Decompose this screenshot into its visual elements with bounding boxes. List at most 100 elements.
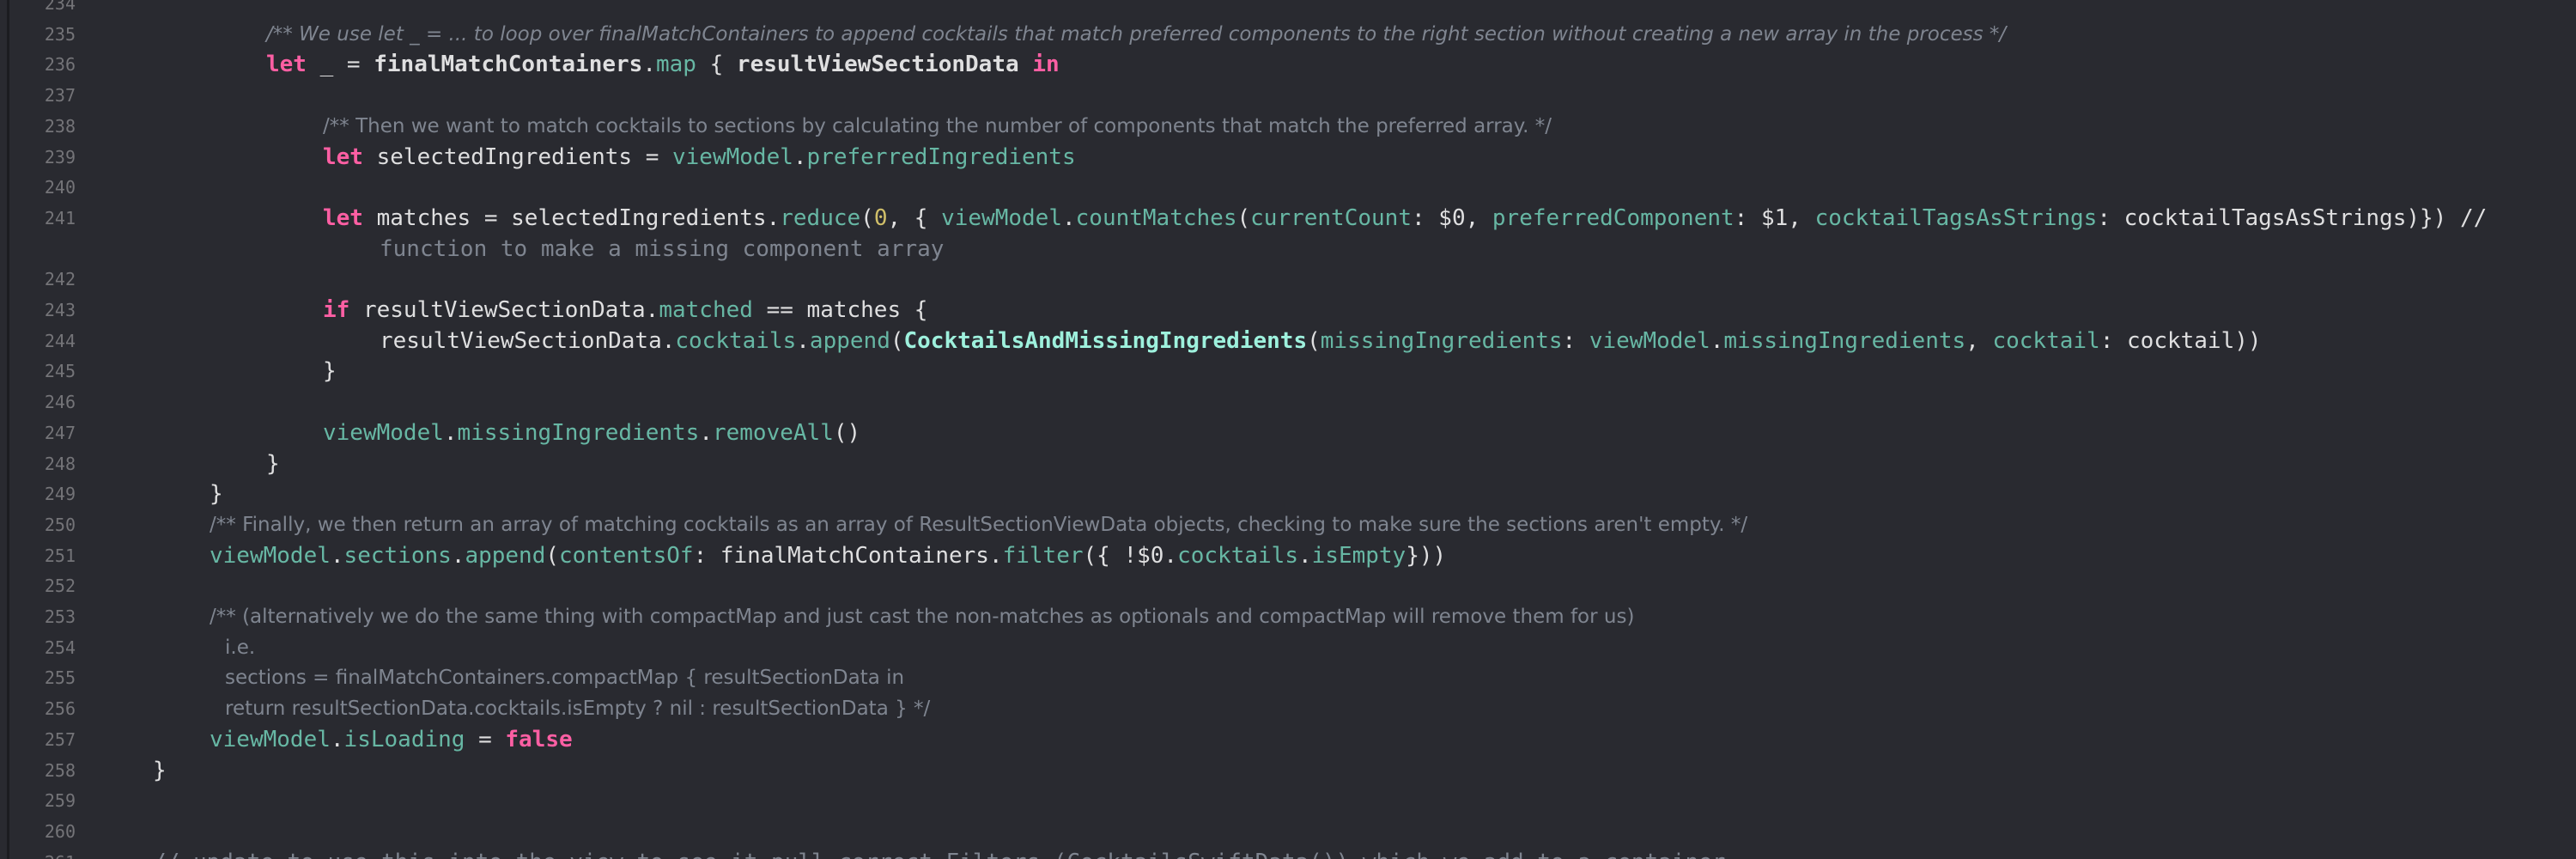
code-token: : cocktail))	[2099, 327, 2262, 354]
line-number: 256	[44, 698, 76, 720]
code-line[interactable]: 246	[0, 387, 2576, 417]
code-line[interactable]: 256 return resultSectionData.cocktails.is…	[0, 693, 2576, 724]
code-token: cocktails	[1177, 542, 1298, 569]
code-token: finalMatchContainers	[374, 52, 643, 78]
code-token: Finally, we then return an array of matc…	[242, 513, 1748, 536]
code-line[interactable]: 257 viewModel.isLoading = false	[0, 724, 2576, 755]
code-token: ({ !$0.	[1083, 542, 1178, 569]
code-line[interactable]: 251 viewModel.sections.append(contentsOf:…	[0, 540, 2576, 571]
code-line[interactable]: 248}	[0, 448, 2576, 479]
code-token: preferredComponent	[1492, 204, 1735, 231]
code-token: }	[210, 481, 223, 508]
code-line[interactable]: 237	[0, 80, 2576, 111]
code-token: viewModel	[210, 542, 331, 569]
code-text: }	[266, 448, 280, 479]
code-token: function to make a missing component arr…	[380, 235, 945, 262]
code-line[interactable]: 242	[0, 264, 2576, 295]
line-number: 260	[44, 820, 76, 842]
code-line[interactable]: 238 /** Then we want to match cocktails t…	[0, 111, 2576, 142]
code-token: false	[505, 726, 573, 752]
code-token: viewModel	[210, 726, 331, 752]
code-token: if	[323, 297, 350, 323]
code-text: resultViewSectionData.cocktails.append(C…	[380, 326, 2262, 356]
code-line[interactable]: 245}	[0, 356, 2576, 387]
code-line[interactable]: 261 // update to use this into the view t…	[0, 847, 2576, 859]
code-token: == matches {	[752, 297, 928, 323]
code-text: function to make a missing component arr…	[380, 234, 944, 265]
code-text: let matches = selectedIngredients.reduce…	[323, 203, 2487, 234]
code-line[interactable]: 259	[0, 785, 2576, 816]
code-token: (	[890, 327, 904, 354]
code-token: (	[1307, 327, 1321, 354]
line-number: 251	[44, 545, 76, 566]
code-token: resultViewSectionData.	[349, 297, 659, 323]
code-token: , {	[887, 204, 942, 231]
code-token: currentCount	[1250, 204, 1412, 231]
line-number: 238	[44, 115, 76, 137]
code-line[interactable]: 247 viewModel.missingIngredients.removeAl…	[0, 417, 2576, 448]
code-token: cocktails	[675, 327, 797, 354]
code-token: (	[1236, 204, 1251, 231]
code-token: isLoading	[343, 726, 465, 752]
code-token: removeAll	[712, 419, 834, 446]
code-token: .	[1710, 327, 1724, 354]
code-line[interactable]: 241 let matches = selectedIngredients.red…	[0, 203, 2576, 234]
code-token: =	[465, 726, 506, 752]
code-token: .	[796, 327, 810, 354]
code-token: /**	[323, 114, 356, 137]
code-token: .	[330, 726, 344, 752]
code-token: .	[330, 542, 344, 569]
code-editor[interactable]: 234 235 /** We use let _ = ... to loop ove…	[0, 0, 2576, 859]
code-token: // update to use this into the view to s…	[153, 850, 1725, 859]
code-token: resultViewSectionData.	[380, 327, 676, 354]
code-token: viewModel	[672, 143, 793, 170]
code-comment: return resultSectionData.cocktails.isEmp…	[225, 693, 930, 724]
code-line[interactable]: 260	[0, 816, 2576, 847]
code-token: countMatches	[1075, 204, 1237, 231]
code-line[interactable]: 243 if resultViewSectionData.matched == m…	[0, 295, 2576, 326]
code-line[interactable]: 254 i.e.	[0, 632, 2576, 663]
code-token: .	[443, 419, 458, 446]
code-line[interactable]: 236 let _ = finalMatchContainers.map { re…	[0, 49, 2576, 80]
code-text: if resultViewSectionData.matched == matc…	[323, 295, 927, 326]
code-line[interactable]: 239 let selectedIngredients = viewModel.p…	[0, 142, 2576, 173]
code-line[interactable]: 255 sections = finalMatchContainers.compa…	[0, 662, 2576, 693]
code-token: missingIngredients	[1320, 327, 1563, 354]
code-token: viewModel	[1589, 327, 1710, 354]
line-number: 246	[44, 392, 76, 413]
code-token: CocktailsAndMissingIngredients	[903, 327, 1308, 354]
code-token: viewModel	[323, 419, 444, 446]
code-line[interactable]: 250 /** Finally, we then return an array …	[0, 509, 2576, 540]
code-line[interactable]: function to make a missing component arr…	[0, 234, 2576, 265]
code-line[interactable]: 249}	[0, 478, 2576, 509]
code-token: _ =	[306, 52, 374, 78]
code-line[interactable]: 253 /** (alternatively we do the same thi…	[0, 601, 2576, 632]
code-line[interactable]: 234	[0, 0, 2576, 19]
code-token: {	[696, 52, 737, 78]
code-line[interactable]: 240	[0, 172, 2576, 203]
code-token: Then we want to match cocktails to secti…	[355, 114, 1552, 137]
code-token: append	[809, 327, 890, 354]
code-token: contentsOf	[559, 542, 694, 569]
line-number: 255	[44, 667, 76, 689]
line-number: 245	[44, 361, 76, 382]
code-line[interactable]: 235 /** We use let _ = ... to loop over f…	[0, 19, 2576, 50]
code-token: sections	[343, 542, 452, 569]
line-number: 239	[44, 146, 76, 168]
code-line[interactable]: 258}	[0, 755, 2576, 786]
code-token: /**	[210, 606, 243, 628]
line-number: 235	[44, 23, 76, 45]
code-token: let	[323, 204, 363, 231]
line-number: 236	[44, 54, 76, 76]
code-token: in	[1032, 52, 1060, 78]
code-line[interactable]: 252	[0, 570, 2576, 601]
code-token: append	[465, 542, 546, 569]
code-comment: i.e.	[225, 632, 255, 663]
line-number: 257	[44, 728, 76, 750]
code-text: }	[210, 478, 223, 509]
code-token: :	[1562, 327, 1589, 354]
code-token: matched	[659, 297, 753, 323]
code-line[interactable]: 244 resultViewSectionData.cocktails.appen…	[0, 326, 2576, 356]
line-number: 250	[44, 514, 76, 535]
